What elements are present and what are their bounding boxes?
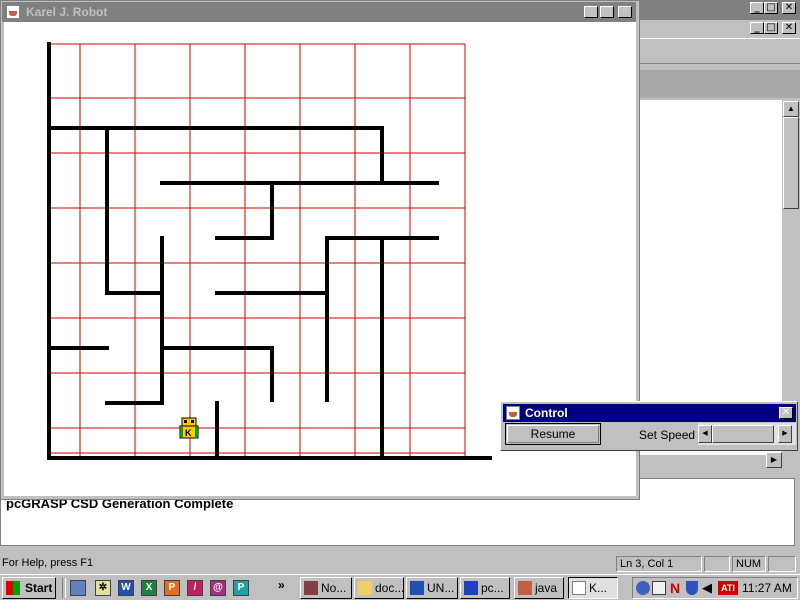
control-title: Control — [525, 406, 568, 420]
close-icon[interactable]: ✕ — [779, 407, 793, 419]
task-label: pc... — [481, 581, 504, 595]
karel-titlebar[interactable]: Karel J. Robot _ □ ✕ — [2, 2, 636, 22]
scroll-thumb[interactable] — [783, 117, 799, 209]
start-button[interactable]: Start — [2, 577, 56, 599]
close-icon[interactable]: ✕ — [618, 6, 632, 18]
task-karel[interactable]: K... — [568, 577, 618, 599]
task-java[interactable]: java — [514, 577, 564, 599]
speed-right-arrow-icon[interactable]: ▶ — [778, 425, 792, 443]
ati-icon[interactable]: ATI — [718, 581, 738, 595]
task-label: No... — [321, 581, 347, 595]
doc-restore-icon[interactable]: □ — [764, 22, 778, 34]
close-icon[interactable]: ✕ — [782, 2, 796, 14]
status-help-text: For Help, press F1 — [2, 557, 94, 569]
robot-letter: K — [185, 428, 192, 438]
doc-minimize-icon[interactable]: _ — [750, 22, 764, 34]
minimize-icon[interactable]: _ — [750, 2, 764, 14]
folder-icon — [358, 581, 372, 595]
outlook-icon[interactable]: @ — [210, 580, 226, 596]
scroll-right-button[interactable]: ▶ — [766, 452, 782, 468]
task-word[interactable]: UN... — [406, 577, 458, 599]
word-icon — [410, 581, 424, 595]
java-icon — [518, 581, 532, 595]
java-icon — [506, 406, 520, 420]
task-folder[interactable]: doc... — [354, 577, 404, 599]
street-avenue-grid — [49, 43, 466, 458]
grasp-icon — [464, 581, 478, 595]
java-icon — [572, 581, 586, 595]
window-title: Karel J. Robot — [26, 5, 108, 19]
task-label: java — [535, 581, 558, 595]
monitor-icon[interactable] — [652, 581, 666, 595]
doc-close-icon[interactable]: ✕ — [782, 22, 796, 34]
maximize-icon[interactable]: □ — [600, 6, 614, 18]
publisher-icon[interactable]: P — [233, 580, 249, 596]
task-pcgrasp[interactable]: pc... — [460, 577, 510, 599]
task-label: K... — [589, 581, 608, 595]
restore-icon[interactable]: □ — [764, 2, 778, 14]
shield-icon[interactable] — [686, 581, 698, 595]
scroll-up-button[interactable]: ▲ — [783, 101, 799, 117]
access-icon[interactable]: / — [187, 580, 203, 596]
powerpoint-icon[interactable]: P — [164, 580, 180, 596]
speed-slider[interactable]: ◀ ▶ — [698, 423, 796, 445]
resume-button[interactable]: Resume — [505, 423, 601, 445]
clock[interactable]: 11:27 AM — [742, 581, 792, 595]
set-speed-label: Set Speed — [639, 428, 696, 442]
java-icon — [6, 5, 20, 19]
word-icon[interactable]: W — [118, 580, 134, 596]
chevron-right-icon[interactable]: » — [278, 578, 285, 592]
status-empty-cell — [704, 556, 730, 572]
control-titlebar[interactable]: Control ✕ — [503, 404, 796, 422]
task-label: UN... — [427, 581, 455, 595]
status-empty-cell — [768, 556, 796, 572]
karel-robot: K — [179, 417, 199, 439]
cursor-position: Ln 3, Col 1 — [616, 556, 702, 572]
desktop-icon[interactable] — [70, 580, 86, 596]
speaker-icon[interactable]: ◀ — [702, 580, 712, 596]
speed-left-arrow-icon[interactable]: ◀ — [698, 425, 712, 443]
task-notepad[interactable]: No... — [300, 577, 352, 599]
minimize-icon[interactable]: _ — [584, 6, 598, 18]
num-lock-indicator: NUM — [732, 556, 766, 572]
windows-logo-icon — [6, 581, 20, 595]
task-label: doc... — [375, 581, 404, 595]
speed-thumb[interactable] — [712, 425, 774, 443]
excel-icon[interactable]: X — [141, 580, 157, 596]
background-app-toolbar — [640, 38, 800, 64]
maze-walls — [47, 42, 492, 460]
settings-icon[interactable]: ✲ — [95, 580, 111, 596]
notepad-icon — [304, 581, 318, 595]
norton-icon[interactable]: N — [670, 580, 680, 596]
network-icon[interactable] — [636, 581, 650, 595]
taskbar-divider — [62, 578, 66, 598]
start-label: Start — [25, 581, 53, 595]
background-app-tabbar — [640, 70, 800, 98]
